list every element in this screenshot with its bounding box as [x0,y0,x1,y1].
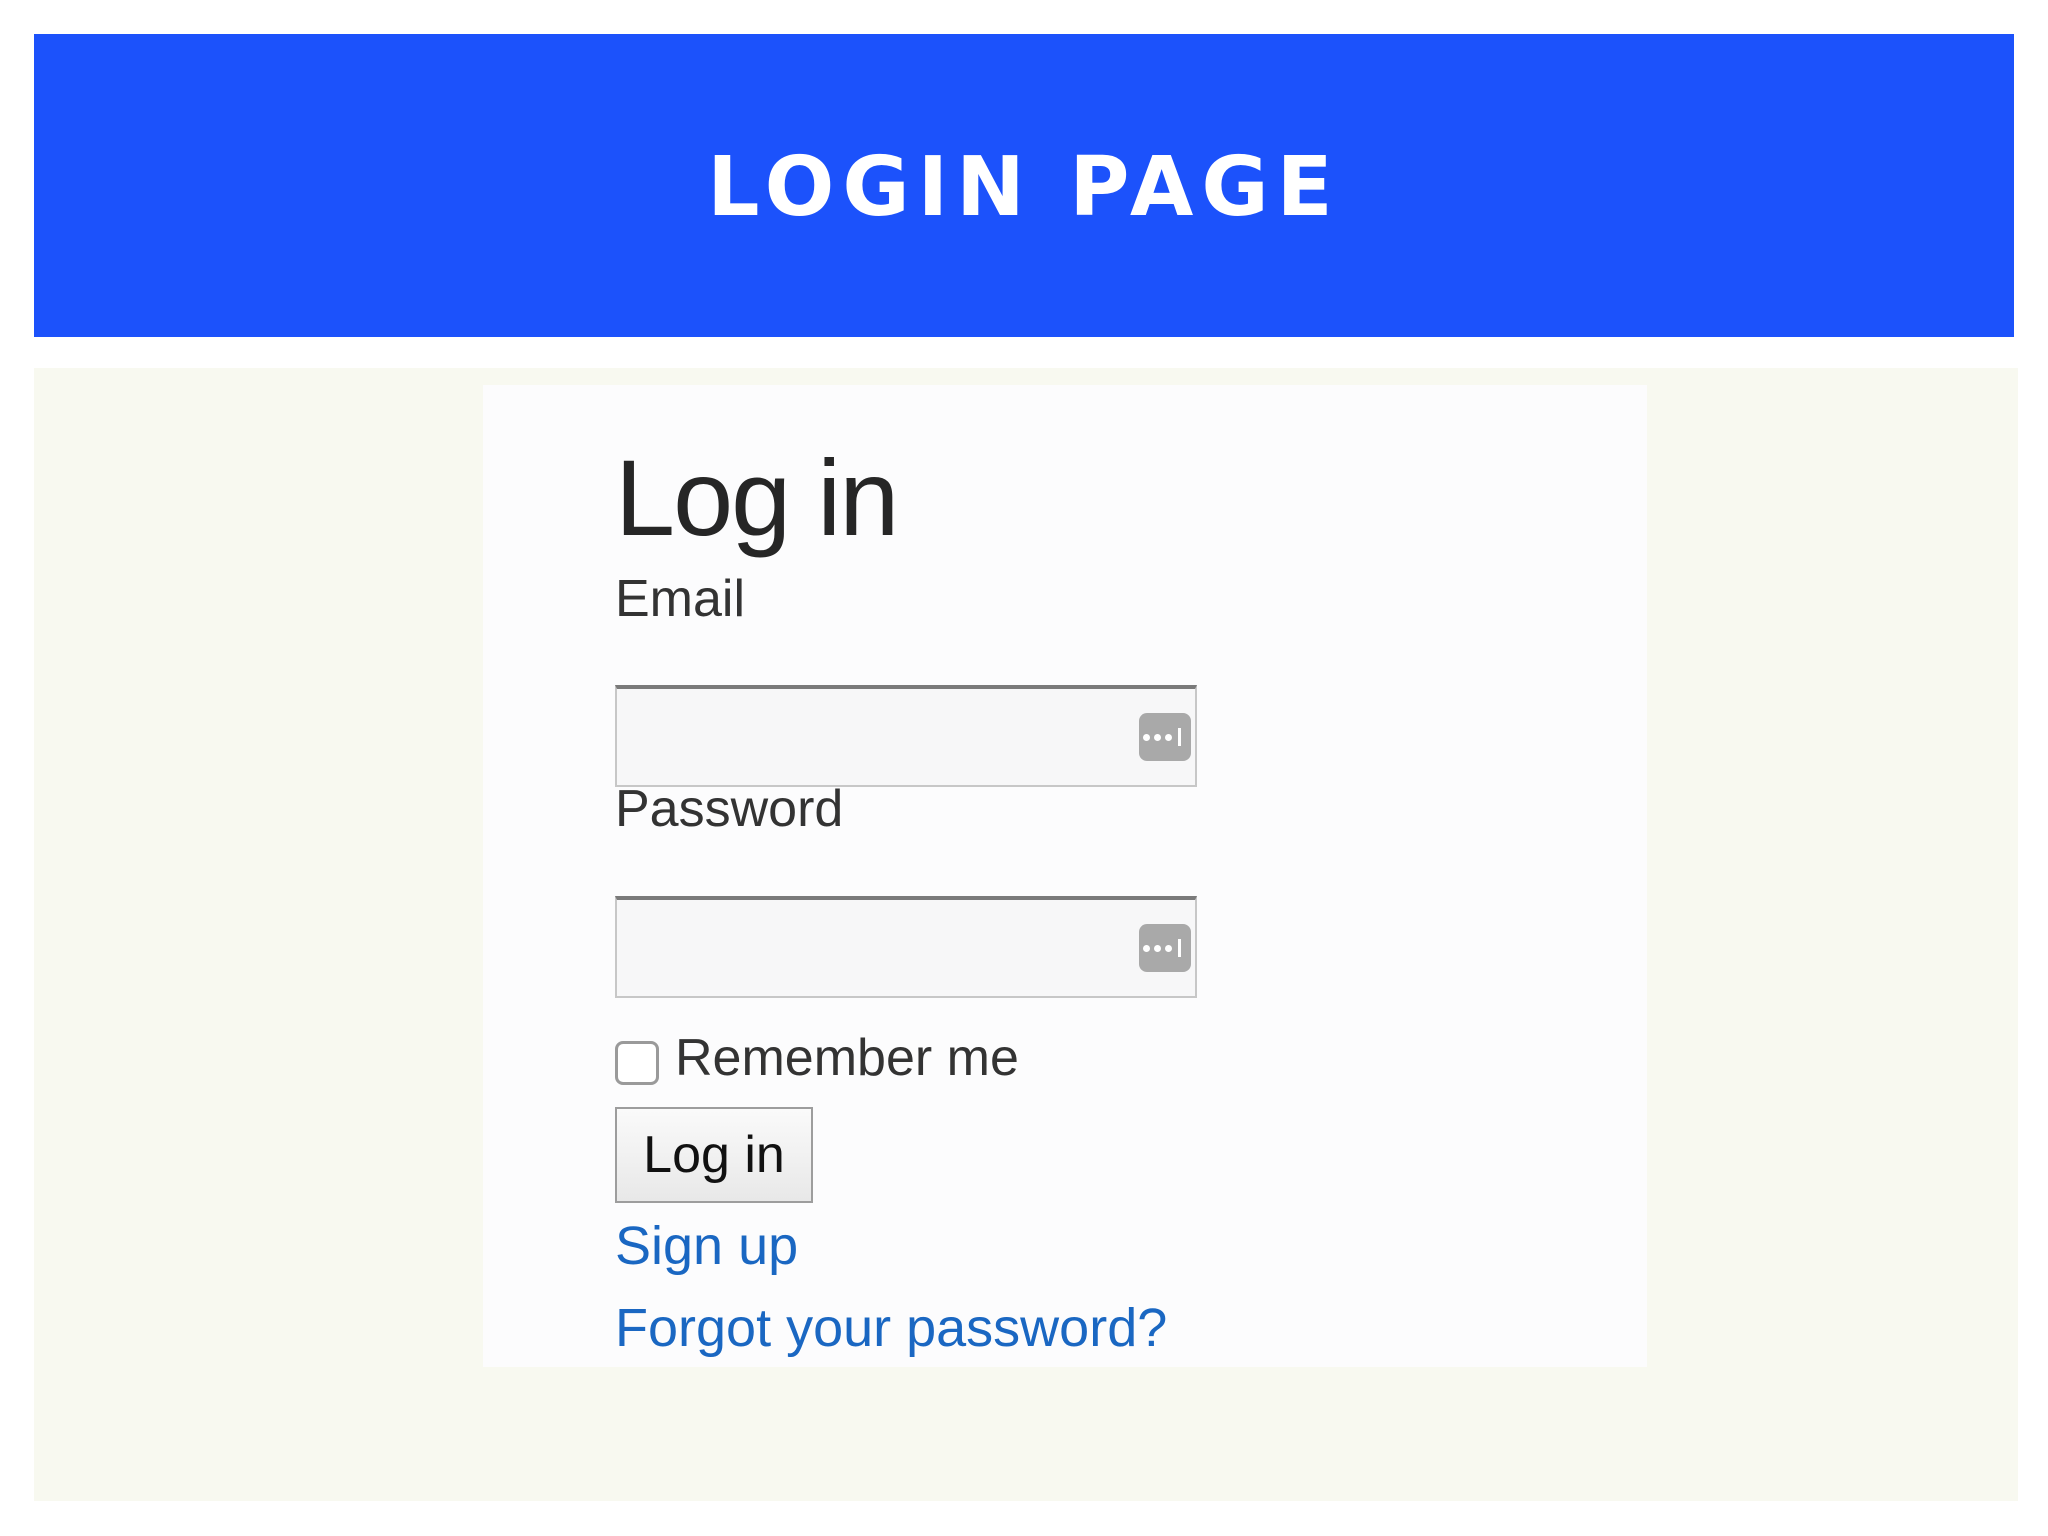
log-in-button[interactable]: Log in [615,1107,813,1203]
password-manager-icon[interactable] [1139,713,1191,761]
remember-me-checkbox[interactable] [615,1041,659,1085]
title-banner: LOGIN PAGE [34,34,2014,337]
banner-title: LOGIN PAGE [707,140,1341,235]
screenshot-area: Log in Email Password Remember me Log in… [34,368,2018,1501]
dot [1165,733,1172,741]
password-label: Password [615,780,844,838]
cursor-bar [1178,728,1181,746]
login-card: Log in Email Password Remember me Log in… [483,385,1647,1367]
password-manager-icon[interactable] [1139,924,1191,972]
dot [1154,733,1161,741]
dot [1165,944,1172,952]
forgot-password-link[interactable]: Forgot your password? [615,1297,1167,1359]
password-field[interactable] [615,896,1197,998]
dot [1143,733,1150,741]
remember-me-row[interactable]: Remember me [615,1028,1019,1088]
dot [1154,944,1161,952]
sign-up-link[interactable]: Sign up [615,1215,798,1277]
cursor-bar [1178,939,1181,957]
email-label: Email [615,570,746,628]
dot [1143,944,1150,952]
slide: LOGIN PAGE Log in Email Password Remembe… [0,0,2048,1536]
remember-me-label[interactable]: Remember me [675,1028,1019,1088]
email-input[interactable] [617,689,1195,785]
password-input[interactable] [617,900,1195,996]
email-field[interactable] [615,685,1197,787]
form-heading: Log in [615,437,899,558]
